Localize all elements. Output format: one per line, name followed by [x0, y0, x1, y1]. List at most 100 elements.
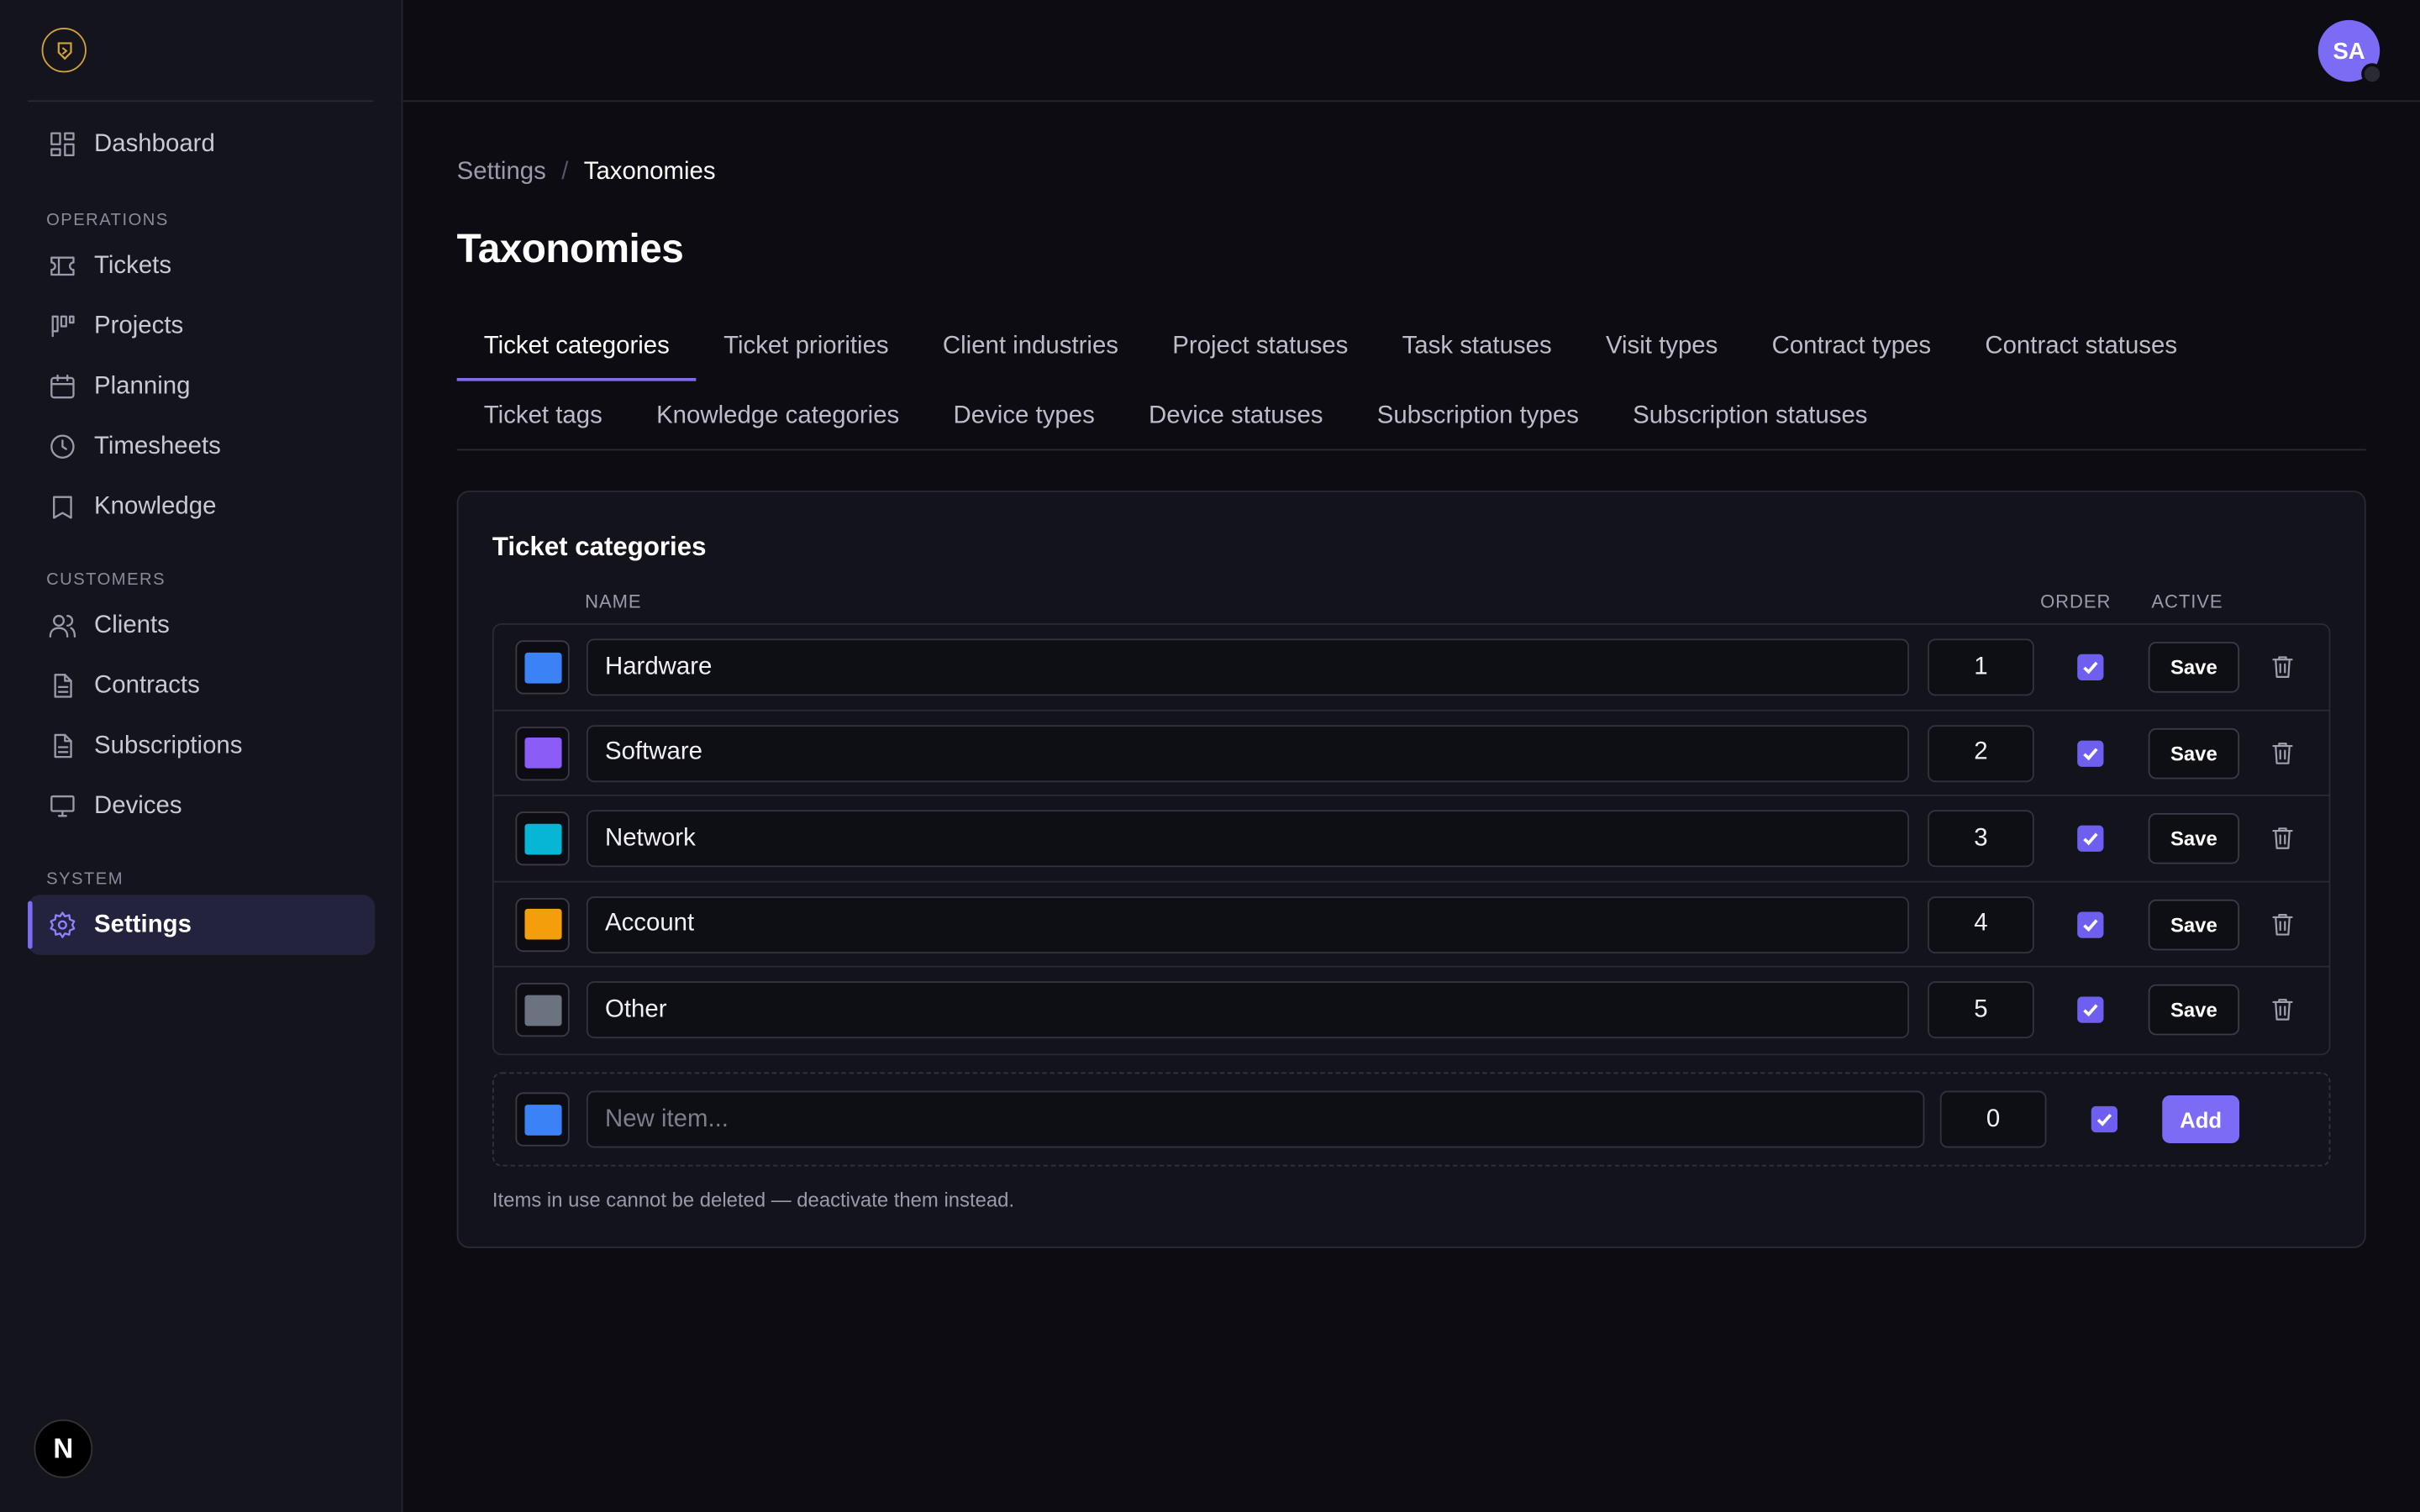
- breadcrumb-settings-link[interactable]: Settings: [457, 159, 546, 186]
- tab-ticket-priorities[interactable]: Ticket priorities: [697, 312, 916, 381]
- save-button[interactable]: Save: [2148, 812, 2240, 864]
- logo-icon[interactable]: [41, 28, 87, 73]
- breadcrumb: Settings / Taxonomies: [457, 159, 716, 186]
- card-title: Ticket categories: [492, 532, 707, 562]
- category-name-input[interactable]: Network: [586, 810, 1909, 868]
- category-order-input[interactable]: 3: [1928, 810, 2034, 868]
- sidebar-item-label: Subscriptions: [94, 732, 243, 759]
- category-active-checkbox[interactable]: [2077, 911, 2104, 937]
- sidebar-item-dashboard[interactable]: Dashboard: [28, 114, 375, 175]
- topbar: SA: [402, 0, 2420, 102]
- category-name-input[interactable]: Other: [586, 981, 1909, 1039]
- taxonomy-tabs: Ticket categories Ticket priorities Client…: [456, 312, 2366, 451]
- category-active-checkbox[interactable]: [2077, 825, 2104, 852]
- new-item-active-checkbox[interactable]: [2091, 1105, 2118, 1133]
- trash-icon[interactable]: [2269, 653, 2296, 680]
- sidebar-item-clients[interactable]: Clients: [28, 596, 375, 656]
- category-row: Network 3 Save: [493, 796, 2329, 882]
- sidebar-item-label: Planning: [94, 372, 191, 399]
- sidebar-item-label: Knowledge: [94, 492, 217, 520]
- category-row: Software 2 Save: [493, 711, 2329, 796]
- tab-client-industries[interactable]: Client industries: [916, 312, 1145, 381]
- breadcrumb-current: Taxonomies: [583, 159, 716, 186]
- tab-subscription-statuses[interactable]: Subscription statuses: [1606, 381, 1895, 451]
- trash-icon[interactable]: [2269, 910, 2296, 937]
- sidebar-item-label: Clients: [94, 612, 170, 638]
- tab-device-statuses[interactable]: Device statuses: [1122, 381, 1350, 451]
- add-button[interactable]: Add: [2162, 1095, 2240, 1143]
- category-list: Hardware 1 Save Software 2 Save Network 3 Save Ac…: [492, 623, 2331, 1055]
- tab-ticket-categories[interactable]: Ticket categories: [456, 312, 697, 381]
- user-avatar[interactable]: SA: [2317, 19, 2383, 86]
- sidebar-item-subscriptions[interactable]: Subscriptions: [28, 716, 375, 776]
- color-swatch: [523, 1104, 561, 1135]
- check-icon: [2083, 661, 2098, 675]
- tab-project-statuses[interactable]: Project statuses: [1145, 312, 1375, 381]
- trash-icon[interactable]: [2269, 824, 2296, 852]
- save-button[interactable]: Save: [2148, 727, 2240, 779]
- sidebar-item-projects[interactable]: Projects: [28, 297, 375, 357]
- tab-subscription-types[interactable]: Subscription types: [1350, 381, 1606, 451]
- hint-text: Items in use cannot be deleted — deactiv…: [492, 1188, 1015, 1211]
- category-order-input[interactable]: 1: [1928, 638, 2034, 696]
- sidebar-item-planning[interactable]: Planning: [28, 356, 375, 417]
- save-button[interactable]: Save: [2148, 898, 2240, 950]
- category-active-checkbox[interactable]: [2077, 996, 2104, 1023]
- category-order-input[interactable]: 5: [1928, 981, 2034, 1039]
- check-icon: [2096, 1113, 2112, 1126]
- new-item-order-input[interactable]: 0: [1939, 1090, 2047, 1148]
- tab-task-statuses[interactable]: Task statuses: [1375, 312, 1578, 381]
- color-swatch: [523, 994, 561, 1026]
- sidebar-item-label: Projects: [94, 312, 184, 339]
- n-badge[interactable]: N: [34, 1419, 93, 1478]
- ticket-categories-card: Ticket categories NAME ORDER ACTIVE Hard…: [456, 491, 2366, 1248]
- category-order-input[interactable]: 2: [1928, 724, 2034, 782]
- color-picker-button[interactable]: [515, 897, 570, 952]
- tab-device-types[interactable]: Device types: [926, 381, 1122, 451]
- new-item-color-picker[interactable]: [515, 1092, 570, 1147]
- column-header-order: ORDER: [2040, 591, 2112, 613]
- tab-contract-types[interactable]: Contract types: [1744, 312, 1958, 381]
- tab-row-1: Ticket categories Ticket priorities Client…: [456, 312, 2366, 381]
- save-button[interactable]: Save: [2148, 642, 2240, 693]
- sidebar-item-devices[interactable]: Devices: [28, 776, 375, 837]
- avatar-initials: SA: [2333, 37, 2365, 65]
- tab-contract-statuses[interactable]: Contract statuses: [1958, 312, 2204, 381]
- category-name-input[interactable]: Hardware: [586, 638, 1909, 696]
- sidebar-item-label: Timesheets: [94, 433, 221, 459]
- trash-icon[interactable]: [2269, 738, 2296, 766]
- app-window: Dashboard OPERATIONS Tickets Projects Planni…: [0, 0, 2420, 1512]
- check-icon: [2083, 1004, 2098, 1017]
- category-active-checkbox[interactable]: [2077, 654, 2104, 680]
- sidebar-item-contracts[interactable]: Contracts: [28, 656, 375, 717]
- breadcrumb-separator: /: [561, 159, 569, 186]
- category-name-input[interactable]: Software: [586, 724, 1909, 782]
- sidebar-item-tickets[interactable]: Tickets: [28, 236, 375, 297]
- sidebar-item-label: Devices: [94, 792, 182, 819]
- sidebar: Dashboard OPERATIONS Tickets Projects Planni…: [0, 0, 403, 1512]
- category-active-checkbox[interactable]: [2077, 739, 2104, 766]
- color-picker-button[interactable]: [515, 726, 570, 780]
- sidebar-item-settings[interactable]: Settings: [28, 895, 376, 955]
- tab-ticket-tags[interactable]: Ticket tags: [457, 381, 629, 451]
- sidebar-item-label: Dashboard: [94, 130, 215, 157]
- color-swatch: [523, 908, 561, 940]
- sidebar-item-label: Settings: [94, 911, 192, 937]
- sidebar-item-knowledge[interactable]: Knowledge: [28, 477, 375, 538]
- ticket-icon: [46, 250, 77, 281]
- category-row: Hardware 1 Save: [493, 625, 2329, 711]
- category-name-input[interactable]: Account: [586, 895, 1909, 953]
- logo-row: [0, 0, 402, 102]
- tab-knowledge-categories[interactable]: Knowledge categories: [629, 381, 926, 451]
- tab-visit-types[interactable]: Visit types: [1579, 312, 1745, 381]
- category-order-input[interactable]: 4: [1928, 895, 2034, 953]
- new-item-name-input[interactable]: New item...: [586, 1090, 1925, 1148]
- color-picker-button[interactable]: [515, 811, 570, 866]
- save-button[interactable]: Save: [2148, 984, 2240, 1036]
- color-picker-button[interactable]: [515, 640, 570, 695]
- color-picker-button[interactable]: [515, 982, 570, 1037]
- trash-icon[interactable]: [2269, 995, 2296, 1023]
- tab-row-2: Ticket tags Knowledge categories Device ty…: [457, 381, 2366, 451]
- clock-icon: [46, 431, 77, 462]
- sidebar-item-timesheets[interactable]: Timesheets: [28, 417, 375, 477]
